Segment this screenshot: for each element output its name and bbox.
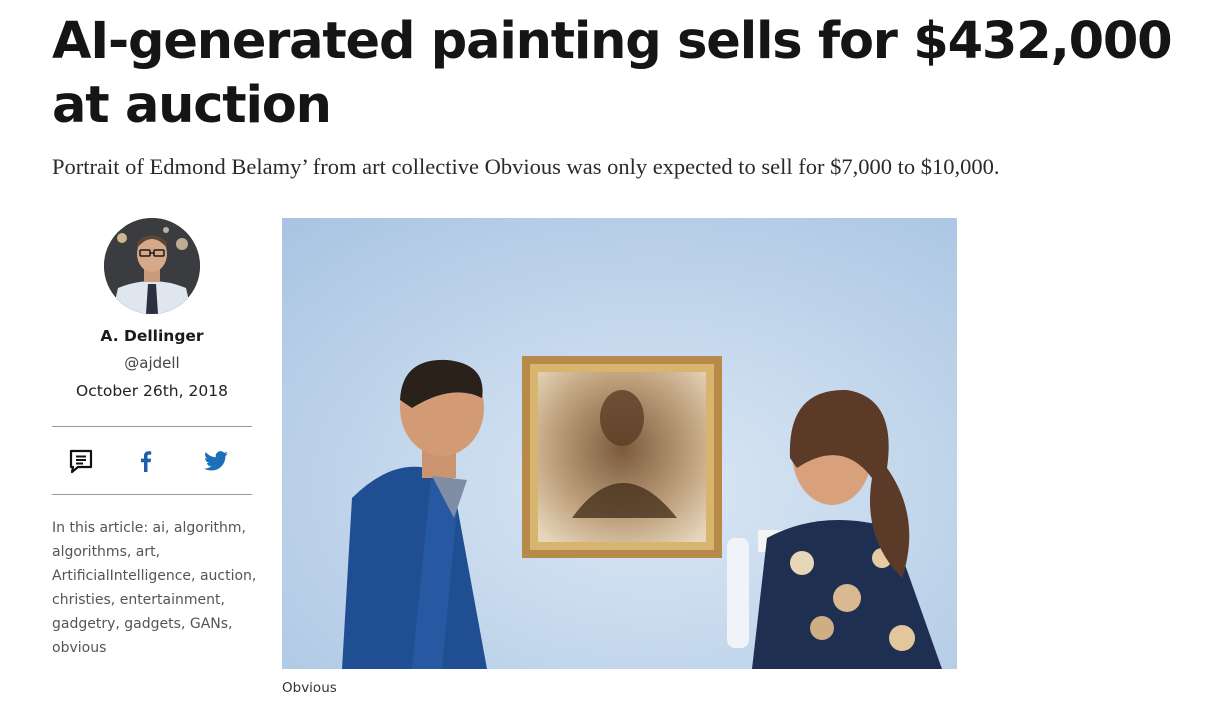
divider-top: [52, 426, 252, 427]
tag-link[interactable]: algorithms: [52, 544, 127, 560]
tag-link[interactable]: algorithm: [174, 520, 242, 536]
tag-link[interactable]: entertainment: [120, 592, 221, 608]
tags-prefix: In this article:: [52, 520, 149, 536]
twitter-icon[interactable]: [203, 448, 229, 474]
tag-link[interactable]: GANs: [190, 616, 228, 632]
facebook-icon[interactable]: [133, 448, 159, 474]
divider-bottom: [52, 494, 252, 495]
tag-link[interactable]: ai: [153, 520, 165, 536]
comment-icon[interactable]: [68, 448, 94, 474]
tag-link[interactable]: gadgets: [124, 616, 181, 632]
author-avatar[interactable]: [104, 218, 200, 314]
article-dek: Portrait of Edmond Belamy’ from art coll…: [52, 154, 1000, 179]
tag-link[interactable]: art: [136, 544, 156, 560]
publish-date: October 26th, 2018: [76, 382, 228, 400]
image-caption: Obvious: [282, 680, 337, 696]
tag-link[interactable]: auction: [200, 568, 252, 584]
tag-link[interactable]: ArtificialIntelligence: [52, 568, 191, 584]
hero-image-illustration: [282, 218, 957, 669]
author-handle[interactable]: @ajdell: [52, 354, 252, 372]
tag-link[interactable]: gadgetry: [52, 616, 115, 632]
hero-image[interactable]: [282, 218, 957, 669]
article-headline: AI-generated painting sells for $432,000…: [52, 12, 1173, 135]
article-tags: In this article: ai, algorithm, algorith…: [52, 520, 257, 656]
tag-link[interactable]: obvious: [52, 640, 106, 656]
author-avatar-image: [104, 218, 200, 314]
tag-link[interactable]: christies: [52, 592, 111, 608]
author-name[interactable]: A. Dellinger: [52, 327, 252, 345]
